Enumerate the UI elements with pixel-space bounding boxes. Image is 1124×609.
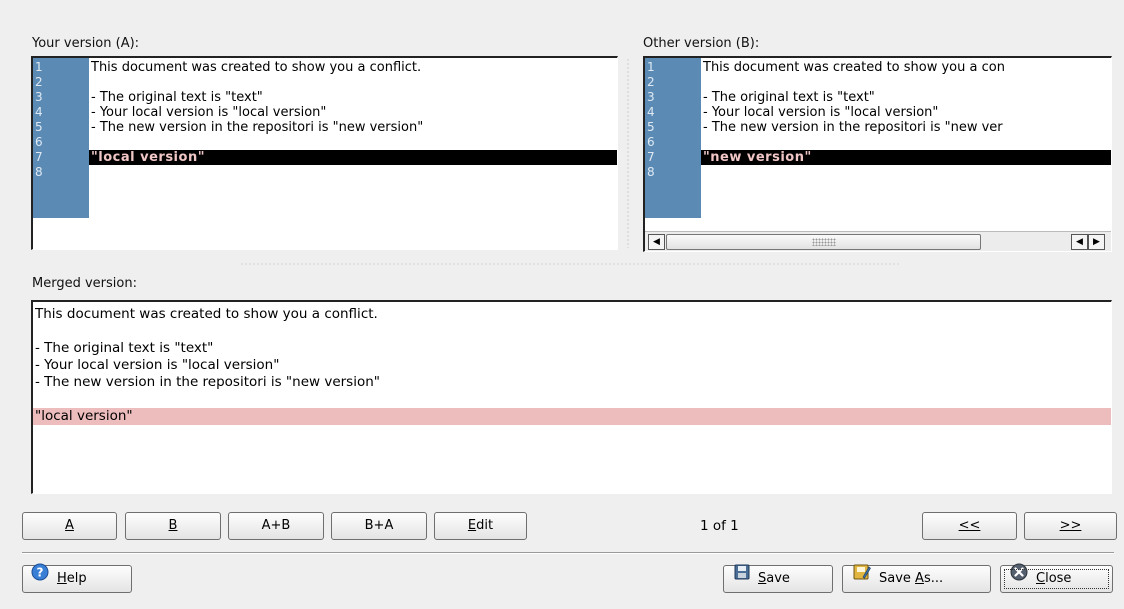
vertical-splitter[interactable]	[626, 58, 630, 248]
line-text: This document was created to show you a …	[703, 60, 1005, 75]
line-number: 1	[647, 60, 655, 74]
line-number: 6	[647, 135, 655, 149]
scroll-left-button[interactable]: ◀	[648, 234, 665, 250]
save-as-icon	[853, 563, 871, 591]
merged-line: This document was created to show you a …	[35, 306, 378, 322]
diff-line: 3 - The original text is "text"	[33, 90, 617, 105]
choose-b-label: B	[168, 518, 178, 533]
your-version-label: Your version (A):	[32, 36, 140, 51]
merged-version-label: Merged version:	[32, 276, 137, 291]
line-number: 2	[647, 75, 655, 89]
footer-separator	[22, 552, 1114, 554]
diff-line: 5 - The new version in the repositori is …	[645, 120, 1111, 135]
help-icon: ?	[31, 563, 49, 591]
other-version-pane[interactable]: 1 This document was created to show you a…	[643, 56, 1112, 252]
diff-line: 8	[645, 165, 1111, 180]
line-text: - The new version in the repositori is "…	[703, 120, 1003, 135]
scroll-left-button-end[interactable]: ◀	[1071, 234, 1088, 250]
line-number: 1	[35, 60, 43, 74]
diff-line: 6	[33, 135, 617, 150]
line-number: 5	[35, 120, 43, 134]
save-label: Save	[758, 571, 790, 586]
diff-line: 1 This document was created to show you a…	[33, 60, 617, 75]
line-number: 6	[35, 135, 43, 149]
choose-a-plus-b-button[interactable]: A+B	[228, 512, 324, 540]
merged-version-editor[interactable]: This document was created to show you a …	[31, 300, 1112, 494]
line-text: - Your local version is "local version"	[703, 105, 939, 120]
previous-conflict-label: <<	[958, 518, 981, 533]
help-button[interactable]: ? Help	[22, 563, 132, 593]
diff-line: 8	[33, 165, 617, 180]
line-number: 5	[647, 120, 655, 134]
save-button[interactable]: Save	[723, 564, 833, 593]
merged-line: "local version"	[33, 408, 1111, 425]
diff-line: 4 - Your local version is "local version"	[645, 105, 1111, 120]
line-text: - Your local version is "local version"	[91, 105, 327, 120]
line-number: 2	[35, 75, 43, 89]
line-number: 4	[647, 105, 655, 119]
help-label: Help	[57, 571, 87, 586]
floppy-disk-icon	[734, 564, 750, 590]
scrollbar-thumb[interactable]	[666, 234, 981, 250]
svg-text:?: ?	[37, 566, 44, 580]
next-conflict-button[interactable]: >>	[1024, 512, 1117, 540]
merged-line	[33, 323, 1111, 340]
your-version-pane[interactable]: 1 This document was created to show you a…	[31, 56, 618, 250]
line-number: 3	[35, 90, 43, 104]
edit-button[interactable]: Edit	[434, 512, 527, 540]
line-text: - The new version in the repositori is "…	[91, 120, 424, 135]
choose-b-button[interactable]: B	[125, 512, 221, 540]
line-number: 3	[647, 90, 655, 104]
line-number: 8	[35, 165, 43, 179]
save-as-button[interactable]: Save As...	[842, 563, 991, 593]
next-conflict-label: >>	[1059, 518, 1082, 533]
previous-conflict-button[interactable]: <<	[922, 512, 1017, 540]
line-text: "new version"	[703, 150, 812, 165]
conflict-counter: 1 of 1	[700, 518, 739, 534]
merged-line: - The new version in the repositori is "…	[35, 374, 380, 390]
line-number: 7	[35, 150, 43, 164]
diff-line: 3 - The original text is "text"	[645, 90, 1111, 105]
line-number: 7	[647, 150, 655, 164]
close-icon	[1010, 563, 1028, 591]
choose-a-label: A	[65, 518, 74, 533]
close-label: Close	[1036, 571, 1072, 586]
diff-line: 6	[645, 135, 1111, 150]
line-text: "local version"	[91, 150, 205, 165]
diff-line: 2	[645, 75, 1111, 90]
diff-line: 5 - The new version in the repositori is …	[33, 120, 617, 135]
choose-a-button[interactable]: A	[22, 512, 117, 540]
close-button[interactable]: Close	[1000, 563, 1113, 593]
choose-b-plus-a-button[interactable]: B+A	[331, 512, 427, 540]
line-number: 4	[35, 105, 43, 119]
other-version-label: Other version (B):	[643, 36, 760, 51]
diff-line: 7 "new version"	[645, 150, 1111, 165]
diff-line: 1 This document was created to show you a…	[645, 60, 1111, 75]
scroll-right-button[interactable]: ▶	[1088, 234, 1105, 250]
merged-line	[33, 391, 1111, 408]
edit-label: Edit	[467, 518, 494, 533]
line-text: - The original text is "text"	[91, 90, 263, 105]
save-as-label: Save As...	[879, 571, 944, 586]
line-text: This document was created to show you a …	[91, 60, 422, 75]
diff-line: 4 - Your local version is "local version"	[33, 105, 617, 120]
scrollbar-grip	[811, 238, 836, 246]
merged-line: - The original text is "text"	[35, 340, 214, 356]
line-number: 8	[647, 165, 655, 179]
diff-line: 2	[33, 75, 617, 90]
diff-line: 7 "local version"	[33, 150, 617, 165]
line-text: - The original text is "text"	[703, 90, 875, 105]
horizontal-splitter[interactable]	[240, 262, 900, 266]
merged-line: - Your local version is "local version"	[35, 357, 280, 373]
horizontal-scrollbar[interactable]: ◀ ◀ ▶	[645, 231, 1111, 251]
